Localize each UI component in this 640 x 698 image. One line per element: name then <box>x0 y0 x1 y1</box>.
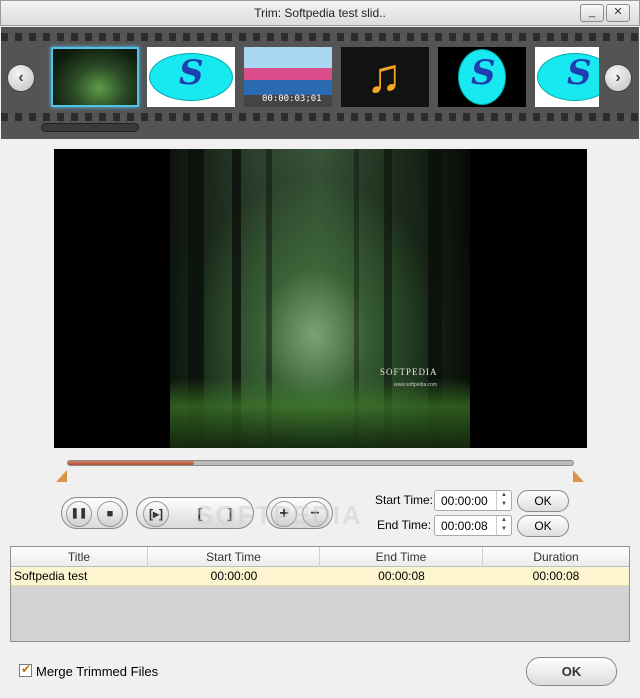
stop-icon: ■ <box>106 508 114 520</box>
end-time-field[interactable]: ▲▼ <box>434 515 512 536</box>
preview-watermark: SOFTPEDIA <box>380 367 438 377</box>
trim-end-handle[interactable] <box>573 470 584 482</box>
table-header: Title Start Time End Time Duration <box>11 547 629 567</box>
clip-thumbnail-1[interactable] <box>51 47 139 107</box>
prev-clip-button[interactable]: ‹ <box>7 64 35 92</box>
window-title: Trim: Softpedia test slid.. <box>254 6 386 20</box>
pause-button[interactable]: ❚❚ <box>66 501 92 527</box>
clip-thumbnail-6[interactable]: S <box>535 47 599 107</box>
merge-trimmed-files-label: Merge Trimmed Files <box>36 664 159 679</box>
clip-thumbnail-5[interactable]: S <box>438 47 526 107</box>
minimize-button[interactable]: _ <box>580 4 604 22</box>
chevron-right-icon: › <box>615 69 621 86</box>
row-duration: 00:00:08 <box>532 569 580 583</box>
row-title: Softpedia test <box>14 569 88 583</box>
title-bar: Trim: Softpedia test slid.. _ ✕ <box>0 0 640 26</box>
softpedia-watermark: SOFTPEDIA <box>196 500 363 530</box>
trim-start-handle[interactable] <box>56 470 67 482</box>
play-segment-button[interactable]: [▸] <box>143 501 169 527</box>
clip-timecode: 00:00:03;01 <box>262 94 322 104</box>
next-clip-button[interactable]: › <box>604 64 632 92</box>
table-row[interactable]: Softpedia test 00:00:00 00:00:08 00:00:0… <box>11 567 629 586</box>
filmstrip: ‹ S 00:00:03;01 ♫ S S › <box>1 27 639 139</box>
end-time-ok-button[interactable]: OK <box>517 515 569 537</box>
chevron-left-icon: ‹ <box>18 69 24 86</box>
column-header-title[interactable]: Title <box>11 547 148 567</box>
end-time-input[interactable] <box>435 516 495 535</box>
filmstrip-sprockets-top <box>1 33 639 41</box>
column-header-end-time[interactable]: End Time <box>320 547 483 567</box>
row-end-time: 00:00:08 <box>378 569 425 583</box>
music-note-icon: ♫ <box>366 50 402 103</box>
filmstrip-scrollbar[interactable] <box>41 123 139 132</box>
filmstrip-sprockets-bottom <box>1 113 639 121</box>
column-header-start-time[interactable]: Start Time <box>148 547 320 567</box>
trim-timeline[interactable] <box>67 460 574 466</box>
close-button[interactable]: ✕ <box>606 4 630 22</box>
clip-thumbnail-3[interactable]: 00:00:03;01 <box>244 47 332 107</box>
preview-frame: SOFTPEDIA www.softpedia.com <box>170 149 470 448</box>
clip-thumbnail-4[interactable]: ♫ <box>341 47 429 107</box>
start-time-ok-button[interactable]: OK <box>517 490 569 512</box>
pause-icon: ❚❚ <box>70 508 88 519</box>
column-header-duration[interactable]: Duration <box>483 547 629 567</box>
play-segment-icon: [▸] <box>148 507 163 521</box>
start-time-field[interactable]: ▲▼ <box>434 490 512 511</box>
start-time-input[interactable] <box>435 491 495 510</box>
start-time-label: Start Time: <box>375 493 434 507</box>
end-time-label: End Time: <box>377 518 432 532</box>
timeline-progress <box>68 461 195 465</box>
checkbox-checked-icon[interactable] <box>19 662 32 677</box>
video-preview[interactable]: SOFTPEDIA www.softpedia.com <box>54 149 587 448</box>
start-time-spinner[interactable]: ▲ ▼ <box>496 491 511 510</box>
preview-watermark-url: www.softpedia.com <box>394 382 438 388</box>
clip-thumbnail-5-letter: S <box>471 53 496 93</box>
segments-table: Title Start Time End Time Duration Softp… <box>10 546 630 642</box>
clip-thumbnail-2-letter: S <box>179 53 204 93</box>
clip-thumbnail-2[interactable]: S <box>147 47 235 107</box>
clip-thumbnail-6-letter: S <box>567 53 592 93</box>
row-start-time: 00:00:00 <box>210 569 258 583</box>
end-time-spinner[interactable]: ▲ ▼ <box>496 516 511 535</box>
ok-button[interactable]: OK <box>526 657 617 686</box>
stop-button[interactable]: ■ <box>97 501 123 527</box>
playback-group: ❚❚ ■ <box>61 497 128 529</box>
